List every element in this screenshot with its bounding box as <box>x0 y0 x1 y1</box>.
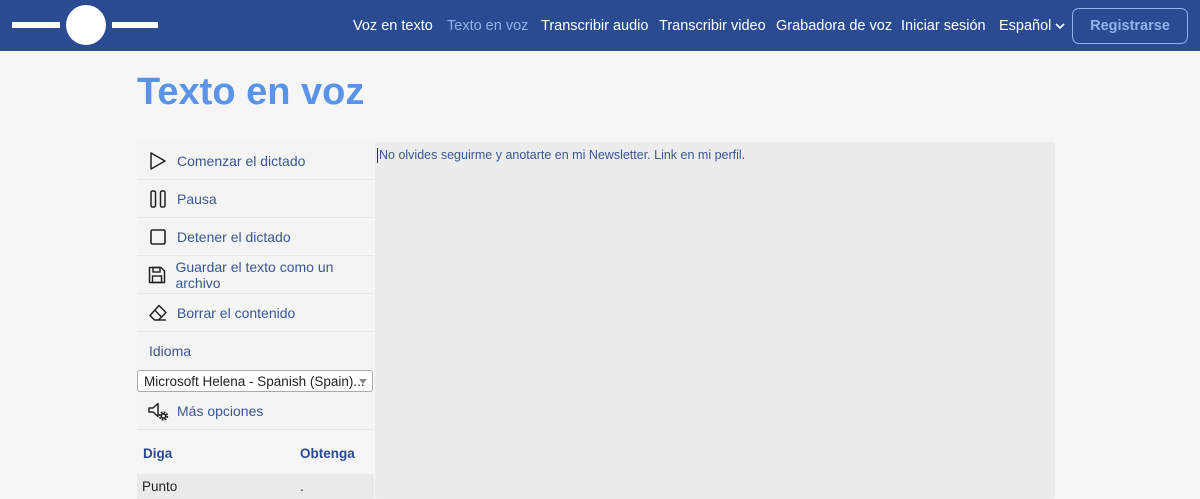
speaker-settings-icon <box>137 392 177 430</box>
pause-button[interactable]: Pausa <box>137 180 374 218</box>
dictation-menu: Comenzar el dictado Pausa Detener el dic… <box>137 142 374 370</box>
pause-icon <box>137 180 177 218</box>
logo-bar-right <box>112 22 158 28</box>
clear-content-button[interactable]: Borrar el contenido <box>137 294 374 332</box>
nav-voz-en-texto[interactable]: Voz en texto <box>353 18 433 34</box>
start-dictation-label: Comenzar el dictado <box>177 152 306 169</box>
stop-dictation-button[interactable]: Detener el dictado <box>137 218 374 256</box>
voice-select-value: Microsoft Helena - Spanish (Spain)... <box>144 373 365 389</box>
nav-texto-en-voz[interactable]: Texto en voz <box>447 18 528 34</box>
language-section-label: Idioma <box>137 332 374 370</box>
dropdown-caret-icon <box>359 379 367 384</box>
logo-circle <box>66 5 106 45</box>
nav-grabadora-de-voz[interactable]: Grabadora de voz <box>776 18 892 34</box>
top-navbar: Voz en texto Texto en voz Transcribir au… <box>0 0 1200 51</box>
chevron-down-icon <box>1055 23 1065 30</box>
site-logo[interactable] <box>12 5 162 45</box>
stop-icon <box>137 218 177 256</box>
stop-dictation-label: Detener el dictado <box>177 228 291 245</box>
commands-table: Diga Obtenga Punto . <box>137 432 374 499</box>
header-get: Obtenga <box>300 445 355 461</box>
voice-select[interactable]: Microsoft Helena - Spanish (Spain)... <box>137 370 373 392</box>
register-button[interactable]: Registrarse <box>1072 8 1188 44</box>
more-options-label: Más opciones <box>177 402 264 419</box>
save-icon <box>137 256 175 294</box>
command-phrase: Punto <box>142 479 178 494</box>
command-result: . <box>300 479 304 494</box>
clear-content-label: Borrar el contenido <box>177 304 296 321</box>
language-selector[interactable]: Español <box>999 18 1065 34</box>
table-row: Punto . <box>137 474 374 499</box>
eraser-icon <box>137 294 177 332</box>
commands-table-header: Diga Obtenga <box>137 432 374 474</box>
language-label: Español <box>999 18 1052 34</box>
nav-transcribir-audio[interactable]: Transcribir audio <box>541 18 648 34</box>
logo-bar-left <box>12 22 60 28</box>
header-say: Diga <box>143 445 173 461</box>
save-text-button[interactable]: Guardar el texto como un archivo <box>137 256 374 294</box>
pause-label: Pausa <box>177 190 217 207</box>
editor-content[interactable]: No olvides seguirme y anotarte en mi New… <box>376 148 745 163</box>
nav-iniciar-sesion[interactable]: Iniciar sesión <box>901 18 986 34</box>
save-text-label: Guardar el texto como un archivo <box>175 258 334 291</box>
page-title: Texto en voz <box>137 71 365 113</box>
more-options-button[interactable]: Más opciones <box>137 392 374 430</box>
play-icon <box>137 142 177 180</box>
nav-transcribir-video[interactable]: Transcribir video <box>659 18 766 34</box>
text-editor[interactable]: No olvides seguirme y anotarte en mi New… <box>375 142 1055 499</box>
start-dictation-button[interactable]: Comenzar el dictado <box>137 142 374 180</box>
